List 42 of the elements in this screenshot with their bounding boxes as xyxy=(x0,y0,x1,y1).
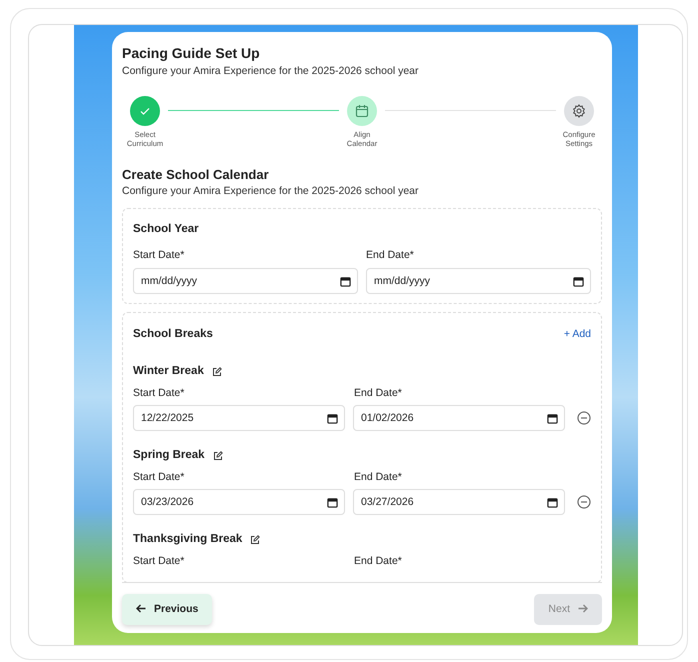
edit-icon[interactable] xyxy=(212,450,223,461)
edit-icon[interactable] xyxy=(250,534,260,545)
calendar-icon[interactable] xyxy=(327,497,338,508)
date-field[interactable]: mm/dd/yyyy xyxy=(133,268,358,294)
date-field[interactable]: 03/27/2026 xyxy=(353,489,565,516)
calendar-icon[interactable] xyxy=(547,413,558,424)
field-label: End Date* xyxy=(354,386,403,401)
left-arrow-icon xyxy=(136,604,146,614)
break-name: Winter Break xyxy=(133,364,204,380)
previous-button[interactable]: Previous xyxy=(122,594,212,625)
break-name: Thanksgiving Break xyxy=(133,532,242,548)
calendar-icon[interactable] xyxy=(327,413,338,424)
add-link[interactable]: + Add xyxy=(564,326,591,343)
calendar-icon[interactable] xyxy=(340,276,351,288)
section-title: Create School Calendar xyxy=(122,166,270,182)
right-arrow-icon xyxy=(578,604,588,614)
field-label: End Date* xyxy=(366,248,415,264)
date-field[interactable]: 12/22/2025 xyxy=(133,405,345,432)
remove-icon[interactable] xyxy=(577,411,591,426)
panel-title: School Year xyxy=(133,222,200,238)
step-circle[interactable] xyxy=(564,96,594,126)
section-subtitle: Configure your Amira Experience for the 2025-2026 school year xyxy=(122,184,420,200)
calendar-icon[interactable] xyxy=(547,497,558,508)
settings-icon xyxy=(572,104,586,118)
calendar-icon[interactable] xyxy=(573,276,584,288)
field-label: End Date* xyxy=(354,470,403,485)
page-subtitle: Configure your Amira Experience for the 2025-2026 school year xyxy=(122,64,420,80)
field-label: End Date* xyxy=(354,554,403,569)
field-label: Start Date* xyxy=(133,386,186,401)
remove-icon[interactable] xyxy=(577,495,591,510)
step-circle[interactable] xyxy=(347,96,377,126)
field-label: Start Date* xyxy=(133,554,186,569)
edit-icon[interactable] xyxy=(212,366,222,377)
date-field[interactable]: mm/dd/yyyy xyxy=(366,268,591,294)
break-name: Spring Break xyxy=(133,448,205,464)
field-label: Start Date* xyxy=(133,470,186,485)
field-label: Start Date* xyxy=(133,248,186,264)
calendar-icon xyxy=(355,104,369,118)
page-title: Pacing Guide Set Up xyxy=(122,44,261,62)
panel-title: School Breaks xyxy=(133,327,213,342)
date-field[interactable]: 01/02/2026 xyxy=(353,405,565,432)
date-field[interactable]: 03/23/2026 xyxy=(133,489,345,516)
